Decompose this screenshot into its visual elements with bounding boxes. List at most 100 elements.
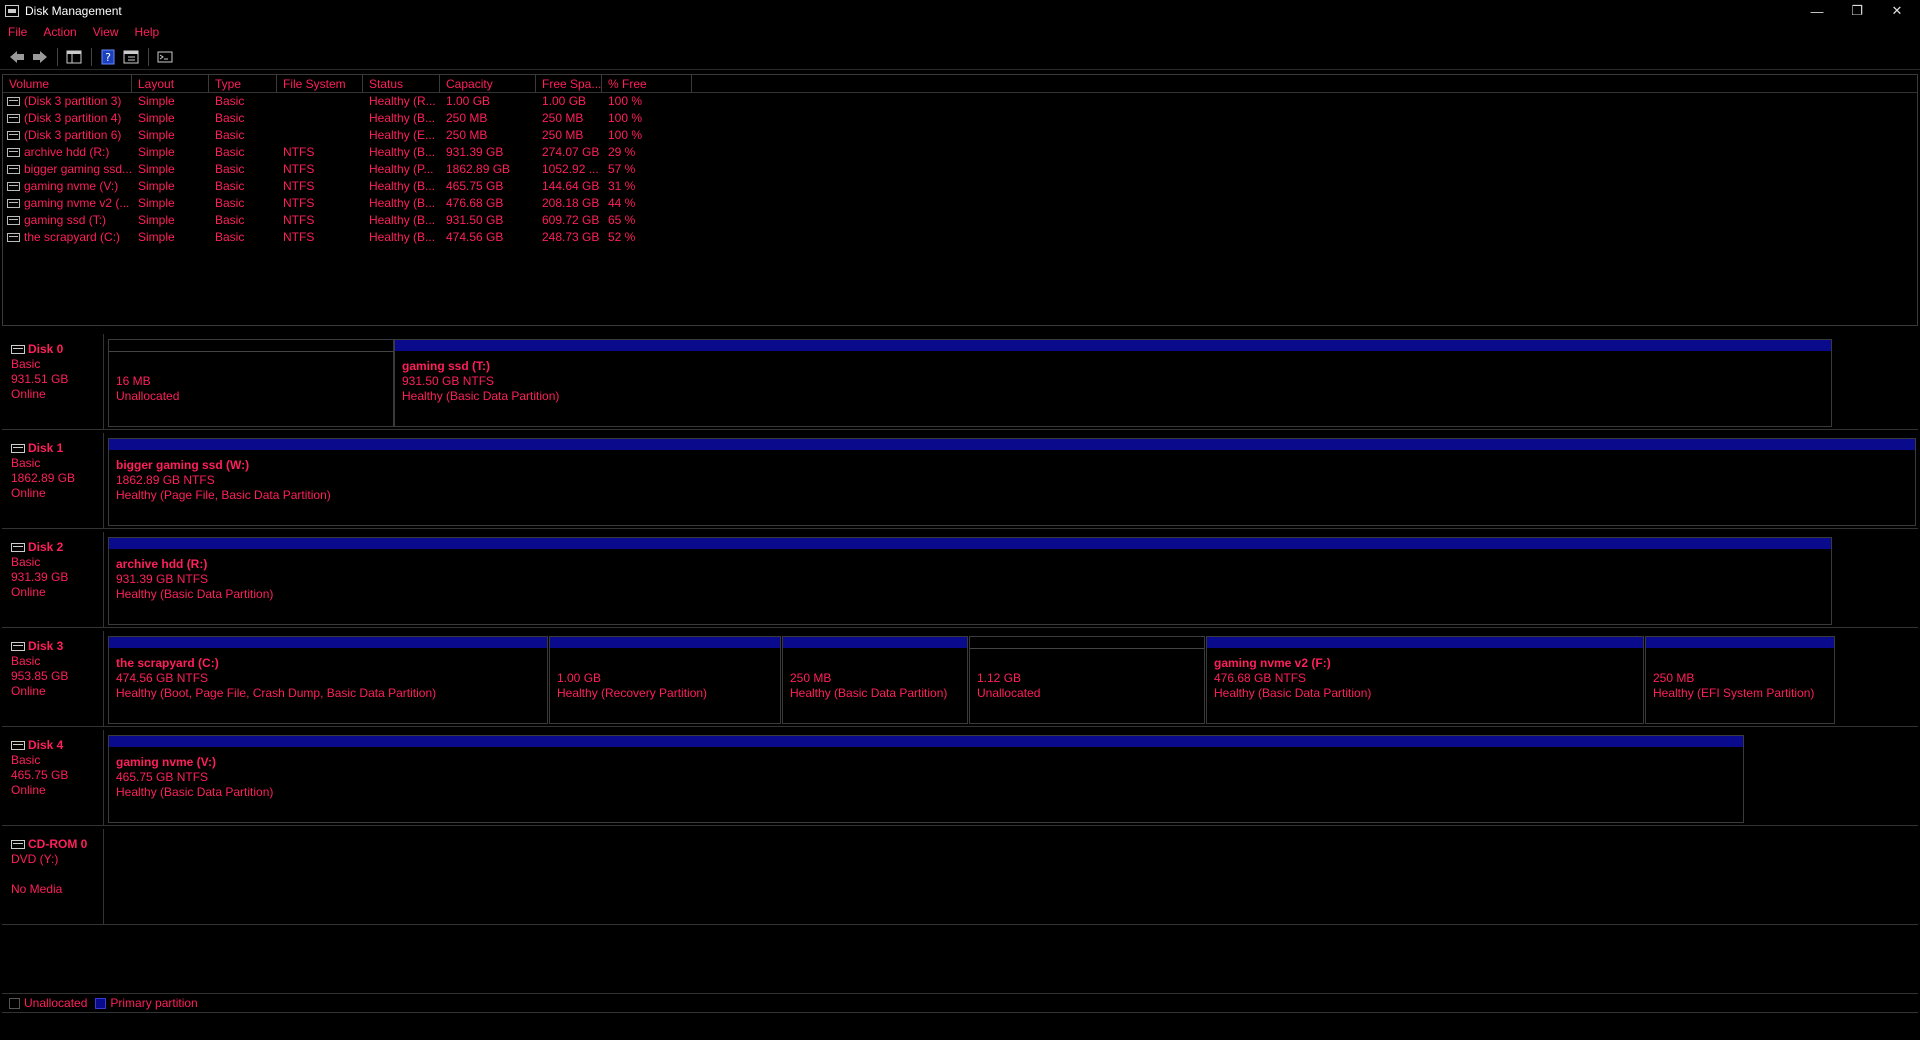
disk-label[interactable]: Disk 1 Basic 1862.89 GB Online <box>2 433 104 529</box>
column-header-capacity[interactable]: Capacity <box>440 75 536 93</box>
restore-button[interactable]: ❐ <box>1837 0 1877 22</box>
partition-volume-name: gaming nvme v2 (F:) <box>1214 656 1331 670</box>
column-header-file-system[interactable]: File System <box>277 75 363 93</box>
cell-capacity: 1862.89 GB <box>446 162 511 176</box>
disk-label[interactable]: Disk 0 Basic 931.51 GB Online <box>2 334 104 430</box>
cell-free-space: 208.18 GB <box>542 196 600 210</box>
partition-size: 474.56 GB NTFS <box>116 671 209 685</box>
column-header-type[interactable]: Type <box>209 75 277 93</box>
table-row[interactable]: archive hdd (R:) Simple Basic NTFS Healthy (… <box>3 144 1917 161</box>
partition-bar <box>783 637 967 649</box>
partition[interactable]: 1.00 GB Healthy (Recovery Partition) <box>549 636 781 724</box>
disk-row-0[interactable]: Disk 0 Basic 931.51 GB Online 16 MB Unal… <box>2 334 1918 430</box>
back-arrow-icon[interactable] <box>6 47 28 67</box>
table-row[interactable]: gaming ssd (T:) Simple Basic NTFS Healthy (B… <box>3 212 1917 229</box>
disk-label[interactable]: Disk 4 Basic 465.75 GB Online <box>2 730 104 826</box>
partition-status: Unallocated <box>116 389 180 403</box>
partition[interactable]: archive hdd (R:) 931.39 GB NTFS Healthy … <box>108 537 1832 625</box>
table-row[interactable]: (Disk 3 partition 3) Simple Basic Healthy (… <box>3 93 1917 110</box>
cell-volume: gaming nvme v2 (... <box>3 195 132 212</box>
column-header-free-space[interactable]: Free Spa... <box>536 75 602 93</box>
console-icon[interactable] <box>154 47 176 67</box>
column-header-volume[interactable]: Volume <box>3 75 132 93</box>
table-row[interactable]: the scrapyard (C:) Simple Basic NTFS Healthy… <box>3 229 1917 246</box>
status-bar <box>0 1016 1920 1040</box>
cell-percent-free: 100 % <box>608 94 643 108</box>
forward-arrow-icon[interactable] <box>29 47 51 67</box>
volume-icon <box>7 148 20 157</box>
menu-action[interactable]: Action <box>43 25 76 39</box>
partition-volume-name: archive hdd (R:) <box>116 557 208 571</box>
disk-row-3[interactable]: Disk 3 Basic 953.85 GB Online the scrapy… <box>2 631 1918 727</box>
partition[interactable]: gaming nvme v2 (F:) 476.68 GB NTFS Healt… <box>1206 636 1644 724</box>
volume-icon <box>7 131 20 140</box>
close-button[interactable]: ✕ <box>1877 0 1917 22</box>
partition[interactable]: 250 MB Healthy (Basic Data Partition) <box>782 636 968 724</box>
partition-volume-name <box>116 359 393 374</box>
cell-status: Healthy (B... <box>369 179 436 193</box>
partition[interactable]: 250 MB Healthy (EFI System Partition) <box>1645 636 1835 724</box>
disk-icon <box>11 543 25 552</box>
cdrom-label[interactable]: CD-ROM 0 DVD (Y:) No Media <box>2 829 104 925</box>
menu-view[interactable]: View <box>93 25 119 39</box>
table-row[interactable]: gaming nvme v2 (... Simple Basic NTFS Health… <box>3 195 1917 212</box>
cell-type: Basic <box>215 179 245 193</box>
column-header-percent-free[interactable]: % Free <box>602 75 692 93</box>
disk-type: Basic <box>11 456 41 470</box>
cell-percent-free: 65 % <box>608 213 636 227</box>
disk-label[interactable]: Disk 2 Basic 931.39 GB Online <box>2 532 104 628</box>
table-row[interactable]: gaming nvme (V:) Simple Basic NTFS Healthy (… <box>3 178 1917 195</box>
partition-size: 250 MB <box>1653 671 1695 685</box>
disk-icon <box>11 345 25 354</box>
disk-label[interactable]: Disk 3 Basic 953.85 GB Online <box>2 631 104 727</box>
column-header-status[interactable]: Status <box>363 75 440 93</box>
help-icon[interactable]: ? <box>97 47 119 67</box>
cell-type: Basic <box>215 196 245 210</box>
legend-label-primary: Primary partition <box>110 996 198 1010</box>
table-row[interactable]: (Disk 3 partition 4) Simple Basic Healthy (… <box>3 110 1917 127</box>
disk-row-1[interactable]: Disk 1 Basic 1862.89 GB Online bigger ga… <box>2 433 1918 529</box>
table-row[interactable]: (Disk 3 partition 6) Simple Basic Healthy (… <box>3 127 1917 144</box>
partition-volume-name <box>1653 656 1834 671</box>
menu-help[interactable]: Help <box>135 25 160 39</box>
volume-name: (Disk 3 partition 3) <box>24 94 122 108</box>
table-row[interactable]: bigger gaming ssd... Simple Basic NTFS Healt… <box>3 161 1917 178</box>
cell-volume: bigger gaming ssd... <box>3 161 132 178</box>
disk-size: 1862.89 GB <box>11 471 76 485</box>
cell-volume: the scrapyard (C:) <box>3 229 132 246</box>
partition-status: Healthy (Basic Data Partition) <box>402 389 560 403</box>
cell-volume: (Disk 3 partition 3) <box>3 93 132 110</box>
cdrom-row[interactable]: CD-ROM 0 DVD (Y:) No Media <box>2 829 1918 925</box>
disk-row-4[interactable]: Disk 4 Basic 465.75 GB Online gaming nvm… <box>2 730 1918 826</box>
disk-icon <box>11 444 25 453</box>
partition[interactable]: the scrapyard (C:) 474.56 GB NTFS Health… <box>108 636 548 724</box>
partition[interactable]: bigger gaming ssd (W:) 1862.89 GB NTFS H… <box>108 438 1916 526</box>
partition[interactable]: 1.12 GB Unallocated <box>969 636 1205 724</box>
cell-percent-free: 44 % <box>608 196 636 210</box>
partition-bar <box>1207 637 1643 649</box>
cell-file-system: NTFS <box>283 196 315 210</box>
cell-type: Basic <box>215 230 245 244</box>
menu-file[interactable]: File <box>8 25 27 39</box>
minimize-button[interactable]: — <box>1797 0 1837 22</box>
disk-state: Online <box>11 486 46 500</box>
disk-state: Online <box>11 585 46 599</box>
disk-row-2[interactable]: Disk 2 Basic 931.39 GB Online archive hd… <box>2 532 1918 628</box>
volume-name: gaming ssd (T:) <box>24 213 107 227</box>
cell-type: Basic <box>215 128 245 142</box>
disk-type: Basic <box>11 357 41 371</box>
cell-file-system: NTFS <box>283 213 315 227</box>
partition-volume-name: gaming ssd (T:) <box>402 359 491 373</box>
properties-icon[interactable] <box>120 47 142 67</box>
partition[interactable]: gaming ssd (T:) 931.50 GB NTFS Healthy (… <box>394 339 1832 427</box>
partition-bar <box>109 340 393 352</box>
partition-status: Healthy (Basic Data Partition) <box>790 686 948 700</box>
cell-volume: gaming nvme (V:) <box>3 178 132 195</box>
cell-percent-free: 57 % <box>608 162 636 176</box>
volume-list: Volume Layout Type File System Status Ca… <box>2 74 1918 326</box>
partition[interactable]: gaming nvme (V:) 465.75 GB NTFS Healthy … <box>108 735 1744 823</box>
console-tree-icon[interactable] <box>63 47 85 67</box>
partition[interactable]: 16 MB Unallocated <box>108 339 394 427</box>
column-header-layout[interactable]: Layout <box>132 75 209 93</box>
toolbar-separator <box>148 47 149 66</box>
